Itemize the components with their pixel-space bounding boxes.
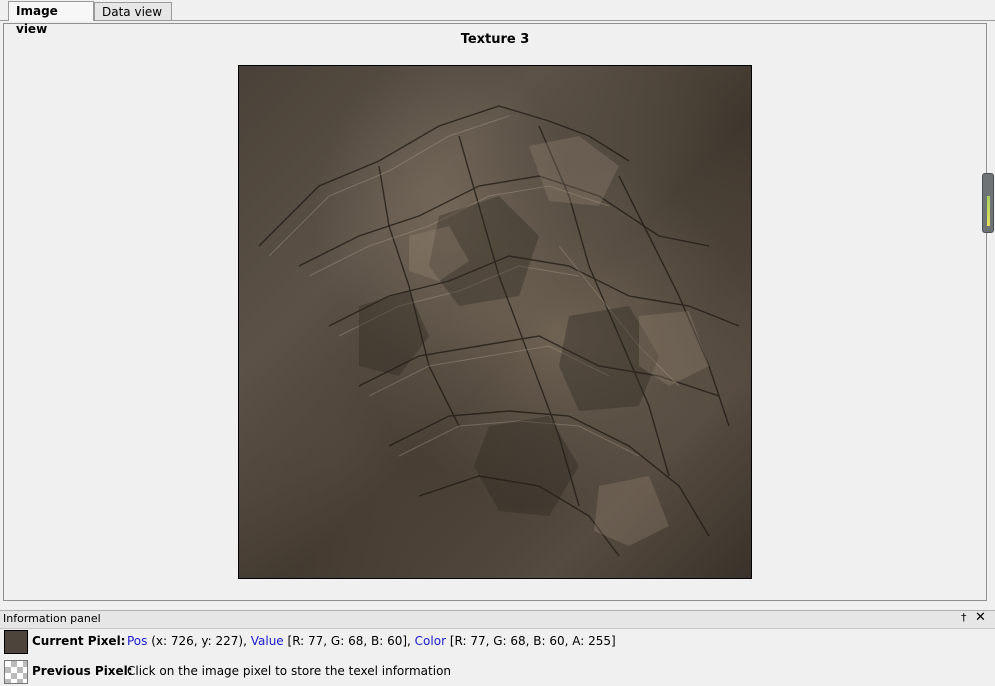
color-value: [R: 77, G: 68, B: 60, A: 255]: [449, 634, 616, 648]
gauge-level-indicator: [987, 196, 990, 226]
image-view-panel: Texture 3: [3, 23, 987, 601]
tab-bar: Image view Data view: [0, 0, 995, 36]
value-value: [R: 77, G: 68, B: 60],: [287, 634, 411, 648]
information-panel-title: Information panel: [3, 612, 101, 625]
tab-data-view[interactable]: Data view: [94, 2, 172, 20]
pos-value: (x: 726, y: 227),: [151, 634, 247, 648]
zoom-gauge-handle[interactable]: [982, 173, 994, 233]
tab-bar-divider: [0, 20, 995, 21]
information-panel-header: Information panel † ✕: [0, 610, 995, 629]
current-pixel-label: Current Pixel:: [32, 634, 126, 648]
pin-icon[interactable]: †: [961, 611, 967, 624]
previous-pixel-label: Previous Pixel:: [32, 664, 133, 678]
previous-pixel-message: Click on the image pixel to store the te…: [127, 664, 452, 678]
current-pixel-row: Current Pixel: Pos (x: 726, y: 227), Val…: [0, 628, 995, 656]
rock-texture-graphic: [258, 105, 740, 557]
texture-title: Texture 3: [460, 32, 530, 47]
previous-pixel-swatch: [4, 660, 28, 684]
current-pixel-details: Pos (x: 726, y: 227), Value [R: 77, G: 6…: [127, 634, 616, 648]
current-pixel-swatch: [4, 630, 28, 654]
texture-image[interactable]: [238, 65, 752, 579]
color-link[interactable]: Color: [415, 634, 446, 648]
value-link[interactable]: Value: [251, 634, 284, 648]
pos-link[interactable]: Pos: [127, 634, 147, 648]
close-icon[interactable]: ✕: [975, 610, 986, 625]
tab-image-view[interactable]: Image view: [8, 1, 94, 36]
